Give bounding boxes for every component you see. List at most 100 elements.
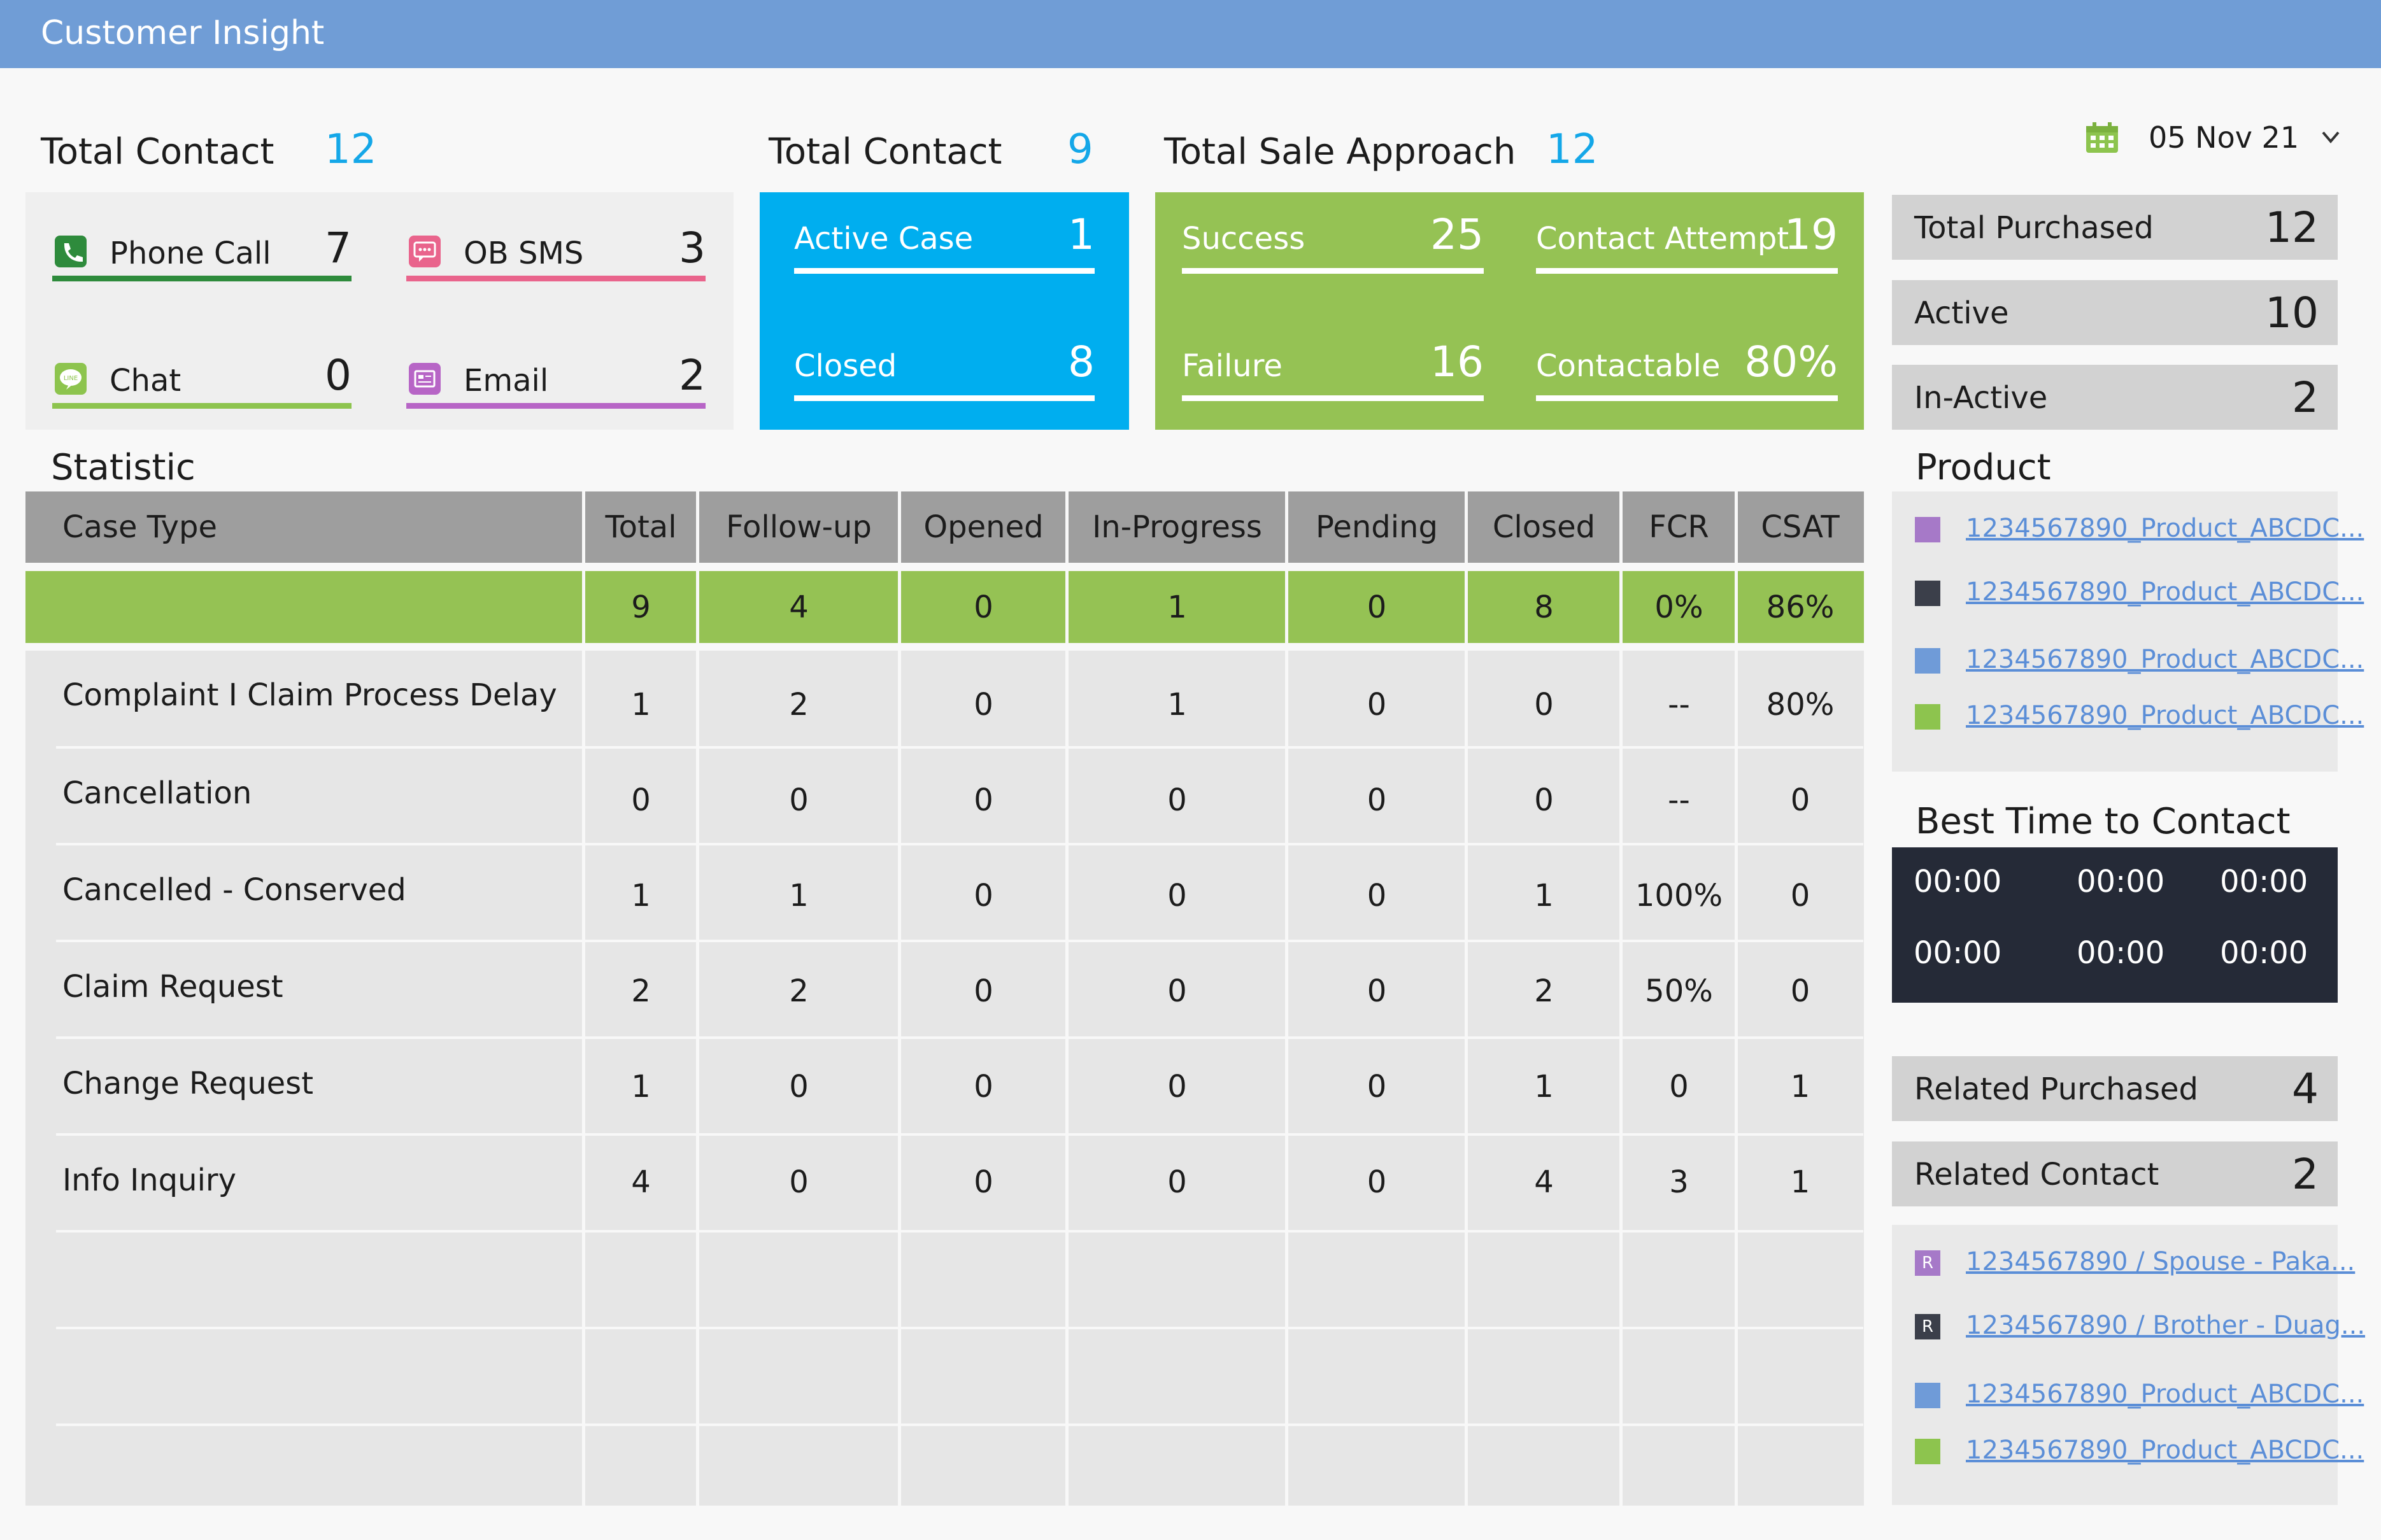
- table-cell: 0: [974, 1069, 993, 1105]
- channel-value: 7: [325, 223, 352, 272]
- table-cell: 0: [1367, 973, 1387, 1009]
- total-cell: 8: [1534, 590, 1554, 625]
- related-item[interactable]: R 1234567890 / Spouse - Paka...: [1915, 1243, 2355, 1281]
- table-cell: 0: [1367, 687, 1387, 723]
- active-case-value: 1: [1068, 210, 1095, 259]
- table-cell: 1: [631, 878, 651, 914]
- related-contact-bar[interactable]: Related Contact 2: [1892, 1141, 2338, 1206]
- total-cell: 86%: [1766, 590, 1835, 625]
- sale-failure-label: Failure: [1182, 348, 1283, 384]
- channel-ob-sms[interactable]: OB SMS 3: [406, 218, 706, 281]
- column-header-follow-up: Follow-up: [726, 509, 872, 545]
- product-item[interactable]: 1234567890_Product_ABCDC...: [1915, 509, 2364, 547]
- product-item[interactable]: 1234567890_Product_ABCDC...: [1915, 696, 2364, 735]
- statistic-title: Statistic: [51, 447, 195, 488]
- best-time-title: Best Time to Contact: [1915, 801, 2291, 842]
- related-item[interactable]: R 1234567890 / Brother - Duag...: [1915, 1306, 2365, 1345]
- table-cell: 1: [1167, 687, 1187, 723]
- row-divider: [56, 1230, 1863, 1233]
- column-header-closed: Closed: [1492, 509, 1596, 545]
- case-type-cell: Cancellation: [62, 775, 252, 811]
- table-cell: 0: [1790, 973, 1810, 1009]
- total-sale-label: Total Sale Approach: [1164, 131, 1516, 173]
- related-badge: R: [1915, 1250, 1940, 1276]
- channel-label: Email: [464, 363, 549, 399]
- column-header-opened: Opened: [923, 509, 1044, 545]
- table-cell: 2: [631, 973, 651, 1009]
- sale-success-item[interactable]: Success 25: [1182, 192, 1484, 274]
- case-type-cell: Cancelled - Conserved: [62, 872, 406, 908]
- channel-phone-call[interactable]: Phone Call 7: [52, 218, 352, 281]
- product-color-swatch: [1915, 517, 1940, 542]
- total-purchased-label: Total Purchased: [1914, 210, 2154, 246]
- best-time-slot: 00:00: [1914, 864, 2002, 900]
- row-divider: [56, 1133, 1863, 1136]
- closed-case-label: Closed: [794, 348, 897, 384]
- table-cell: 0: [1367, 878, 1387, 914]
- app-title: Customer Insight: [41, 14, 325, 52]
- channel-email[interactable]: Email 2: [406, 345, 706, 409]
- total-cell: 0%: [1654, 590, 1703, 625]
- related-purchased-bar[interactable]: Related Purchased 4: [1892, 1056, 2338, 1121]
- sale-contactable-item[interactable]: Contactable 80%: [1536, 320, 1838, 401]
- related-link[interactable]: 1234567890 / Brother - Duag...: [1966, 1309, 2365, 1342]
- product-link[interactable]: 1234567890_Product_ABCDC...: [1966, 576, 2364, 609]
- product-link[interactable]: 1234567890_Product_ABCDC...: [1966, 643, 2364, 676]
- product-item[interactable]: 1234567890_Product_ABCDC...: [1915, 640, 2364, 679]
- table-cell: 0: [1167, 973, 1187, 1009]
- inactive-purchased-label: In-Active: [1914, 380, 2048, 416]
- table-cell: 1: [631, 1069, 651, 1105]
- channel-label: OB SMS: [464, 236, 584, 271]
- related-item[interactable]: 1234567890_Product_ABCDC...: [1915, 1431, 2364, 1469]
- table-cell: 4: [1534, 1164, 1554, 1200]
- row-divider: [56, 1423, 1863, 1426]
- table-cell: 0: [789, 1164, 809, 1200]
- table-cell: 2: [789, 973, 809, 1009]
- table-cell: 0: [1534, 687, 1554, 723]
- total-cell: 0: [974, 590, 993, 625]
- related-link[interactable]: 1234567890 / Spouse - Paka...: [1966, 1245, 2355, 1278]
- total-purchased-value: 12: [2265, 203, 2319, 252]
- active-purchased-value: 10: [2265, 288, 2319, 337]
- table-cell: 50%: [1645, 973, 1713, 1009]
- total-purchased-bar[interactable]: Total Purchased 12: [1892, 195, 2338, 260]
- product-link[interactable]: 1234567890_Product_ABCDC...: [1966, 512, 2364, 545]
- closed-case-item[interactable]: Closed 8: [794, 320, 1095, 401]
- table-cell: 0: [789, 782, 809, 818]
- table-cell: 3: [1669, 1164, 1689, 1200]
- column-header-csat: CSAT: [1761, 509, 1840, 545]
- active-purchased-label: Active: [1914, 295, 2009, 331]
- table-cell: 0: [1167, 878, 1187, 914]
- related-purchased-label: Related Purchased: [1914, 1071, 2198, 1107]
- sale-attempt-item[interactable]: Contact Attempt 19: [1536, 192, 1838, 274]
- product-color-swatch: [1915, 648, 1940, 674]
- table-cell: 0: [789, 1069, 809, 1105]
- total-cell: 0: [1367, 590, 1387, 625]
- inactive-purchased-bar[interactable]: In-Active 2: [1892, 365, 2338, 430]
- product-link[interactable]: 1234567890_Product_ABCDC...: [1966, 699, 2364, 732]
- sale-failure-item[interactable]: Failure 16: [1182, 320, 1484, 401]
- table-cell: 2: [789, 687, 809, 723]
- active-purchased-bar[interactable]: Active 10: [1892, 280, 2338, 345]
- channel-label: Chat: [110, 363, 181, 399]
- best-time-slot: 00:00: [2220, 935, 2308, 971]
- total-cell: 1: [1167, 590, 1187, 625]
- product-color-swatch: [1915, 704, 1940, 730]
- related-color-swatch: [1915, 1439, 1940, 1464]
- sale-attempt-value: 19: [1784, 210, 1838, 259]
- sale-contactable-label: Contactable: [1536, 348, 1721, 384]
- table-cell: 0: [1367, 1164, 1387, 1200]
- related-item[interactable]: 1234567890_Product_ABCDC...: [1915, 1375, 2364, 1413]
- related-link[interactable]: 1234567890_Product_ABCDC...: [1966, 1378, 2364, 1411]
- table-cell: 1: [631, 687, 651, 723]
- table-cell: 0: [1167, 782, 1187, 818]
- related-link[interactable]: 1234567890_Product_ABCDC...: [1966, 1434, 2364, 1467]
- table-cell: 2: [1534, 973, 1554, 1009]
- channel-chat[interactable]: LINE Chat 0: [52, 345, 352, 409]
- svg-text:LINE: LINE: [64, 375, 78, 382]
- product-item[interactable]: 1234567890_Product_ABCDC...: [1915, 573, 2364, 611]
- product-color-swatch: [1915, 581, 1940, 606]
- table-cell: 1: [1534, 878, 1554, 914]
- table-cell: 0: [974, 878, 993, 914]
- active-case-item[interactable]: Active Case 1: [794, 192, 1095, 274]
